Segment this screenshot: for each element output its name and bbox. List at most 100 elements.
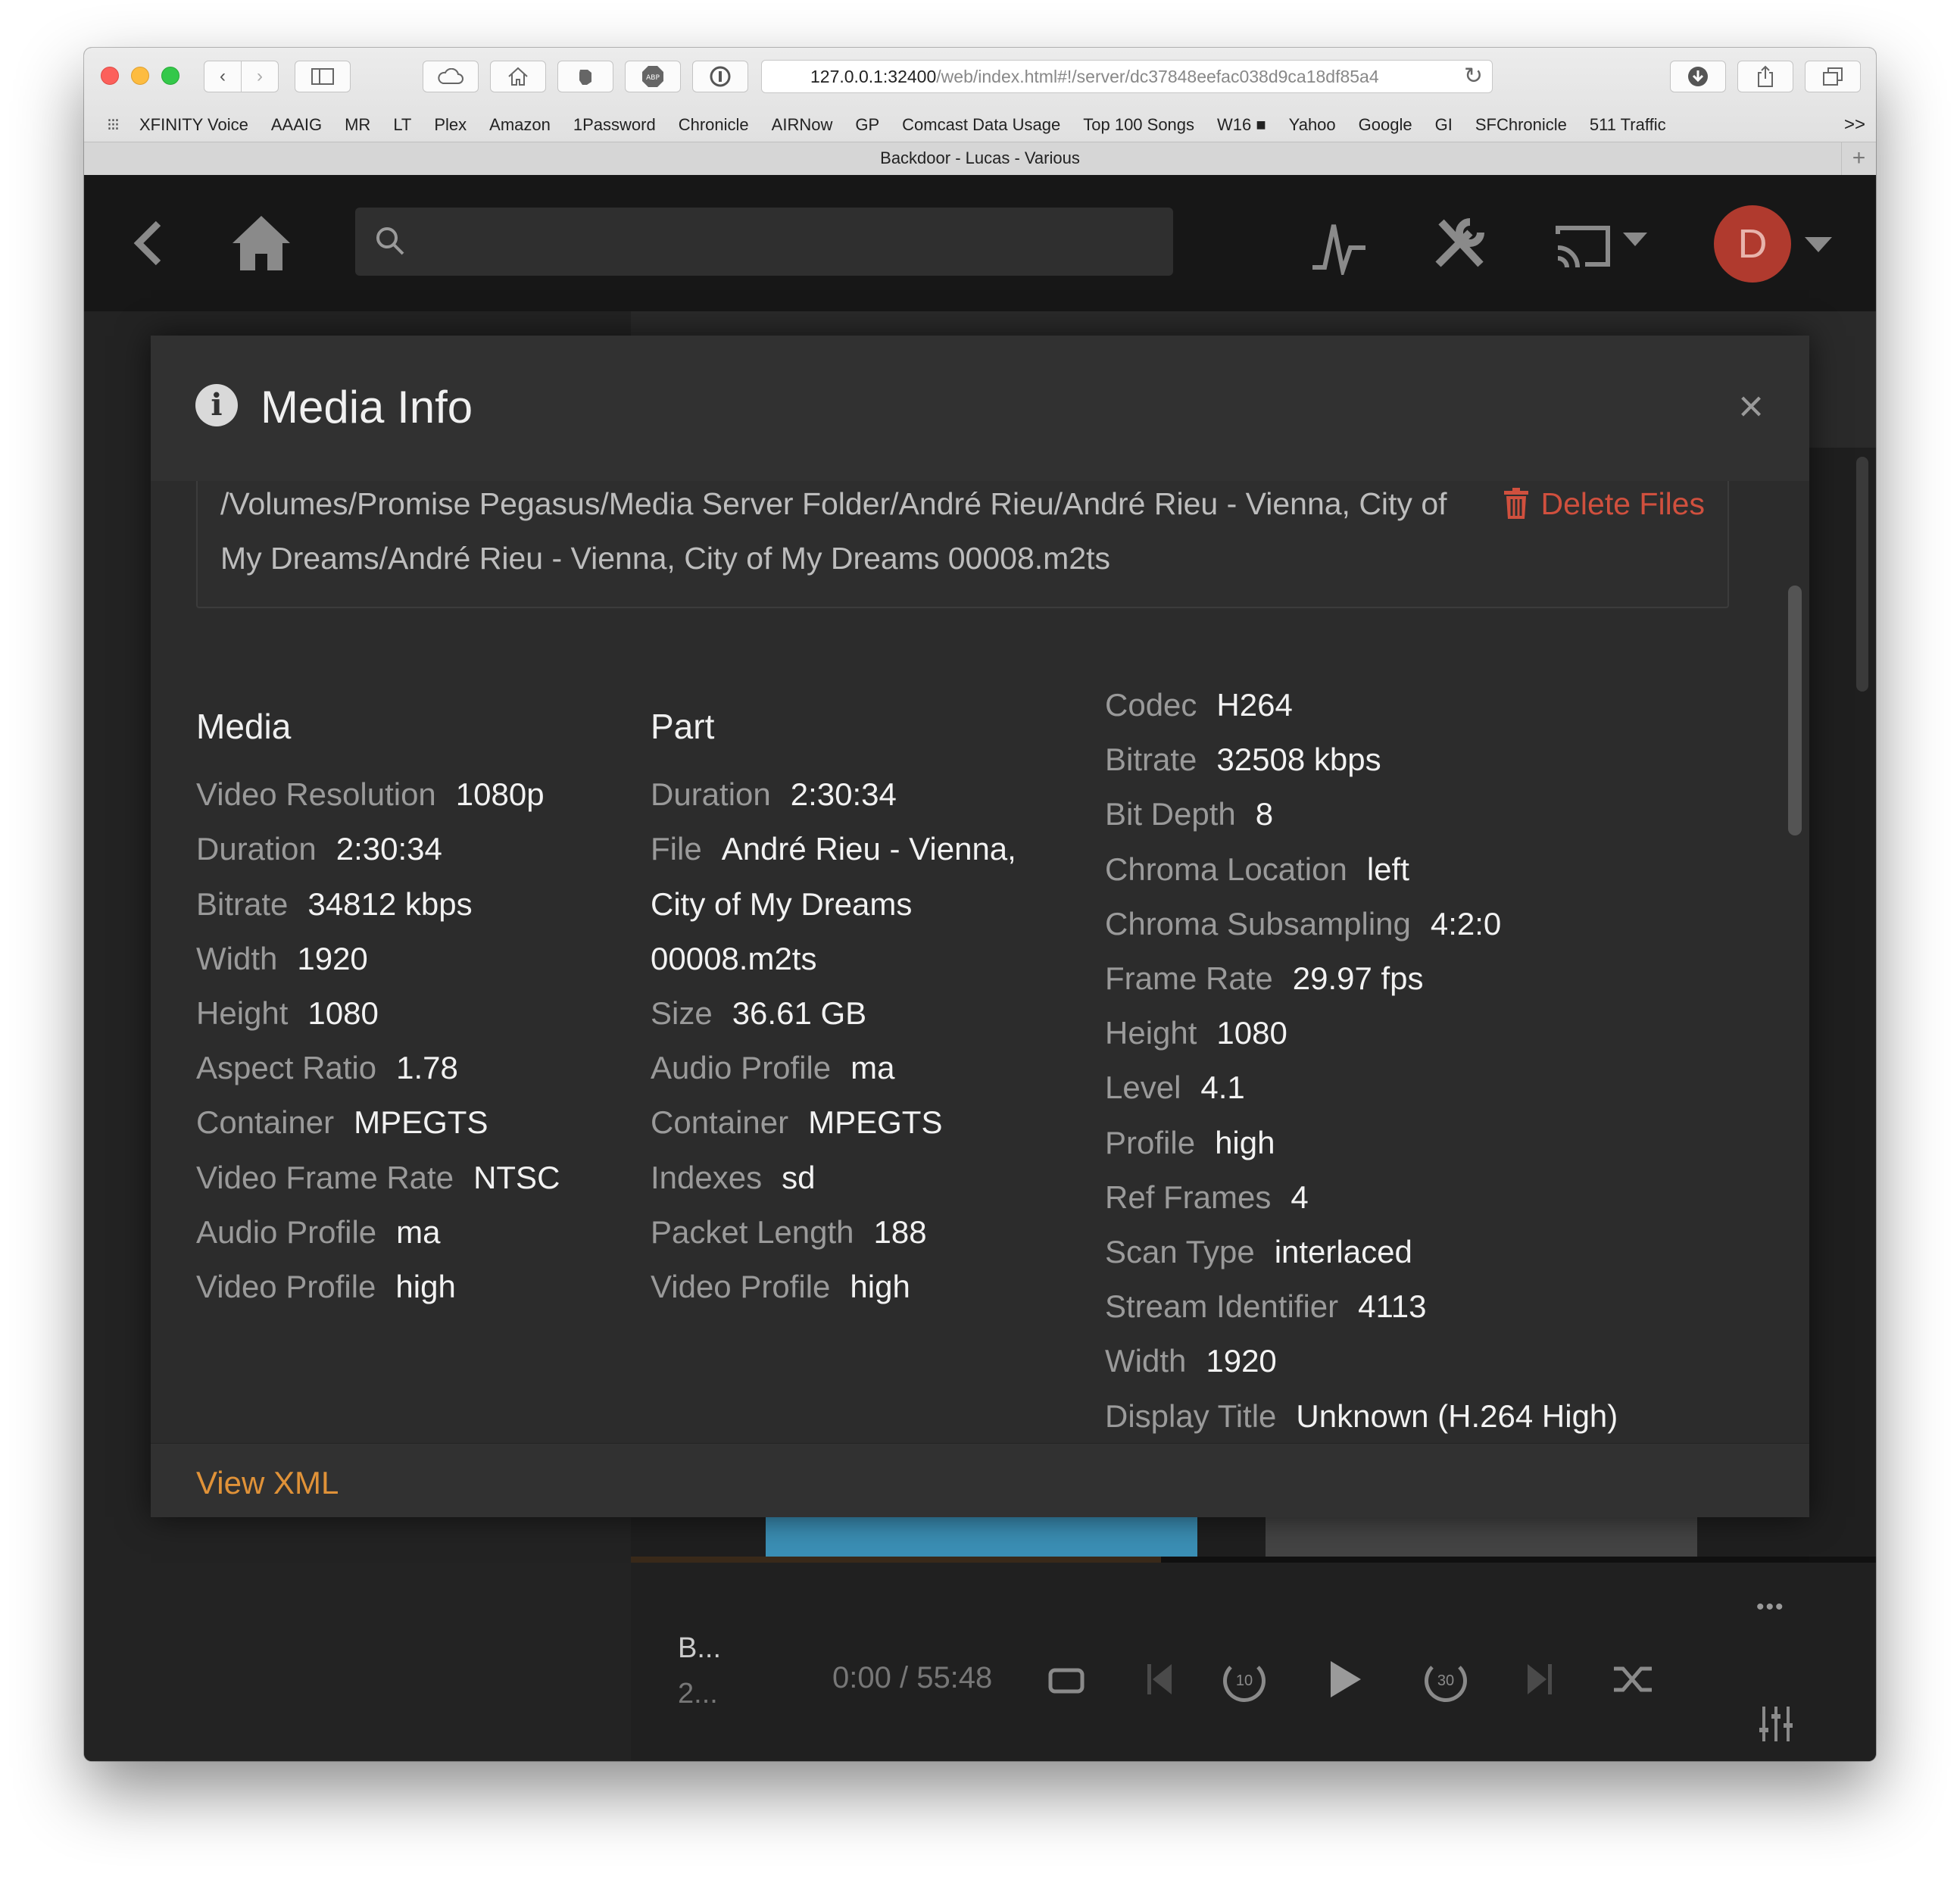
repeat-icon[interactable] xyxy=(1047,1663,1085,1696)
bookmark-item[interactable]: Amazon xyxy=(489,115,551,135)
part-row: Video Profile high xyxy=(651,1260,1016,1314)
now-playing-title[interactable]: B... xyxy=(678,1632,721,1665)
chevron-right-icon: › xyxy=(257,66,263,86)
onepassword-button[interactable] xyxy=(692,61,748,92)
cast-icon[interactable] xyxy=(1555,222,1650,270)
media-key: Bitrate xyxy=(196,885,289,922)
part-row: Packet Length 188 xyxy=(651,1205,1016,1260)
skip-forward-label: 30 xyxy=(1437,1672,1455,1689)
stream-key: Ref Frames xyxy=(1105,1179,1272,1215)
part-value: 2:30:34 xyxy=(790,776,897,813)
evernote-icon xyxy=(579,70,591,85)
stream-value: interlaced xyxy=(1274,1234,1412,1270)
bookmark-item[interactable]: Chronicle xyxy=(679,115,749,135)
bookmark-item[interactable]: Yahoo xyxy=(1289,115,1336,135)
seek-bar[interactable] xyxy=(631,1557,1876,1563)
stream-value: high xyxy=(1215,1124,1275,1160)
part-row: Indexes sd xyxy=(651,1151,1016,1205)
stream-row: Scan Type interlaced xyxy=(1105,1225,1618,1279)
settings-tools-icon[interactable] xyxy=(1431,214,1488,272)
part-row: Container MPEGTS xyxy=(651,1095,1016,1150)
reload-icon[interactable]: ↻ xyxy=(1457,61,1483,92)
address-bar[interactable]: 127.0.0.1:32400/web/index.html#!/server/… xyxy=(761,60,1493,93)
bookmark-item[interactable]: Google xyxy=(1359,115,1412,135)
stream-key: Bitrate xyxy=(1105,742,1197,778)
bookmark-item[interactable]: AAAIG xyxy=(271,115,322,135)
bookmark-item[interactable]: 511 Traffic xyxy=(1590,115,1666,135)
stream-row: Profile high xyxy=(1105,1116,1618,1170)
apps-grid-icon[interactable]: ⁝⁝⁝ xyxy=(107,115,120,135)
activity-icon[interactable] xyxy=(1311,217,1369,275)
part-key: Packet Length xyxy=(651,1213,854,1250)
equalizer-icon[interactable] xyxy=(1758,1705,1794,1743)
sidebar-toggle-button[interactable] xyxy=(295,61,351,92)
part-value: André Rieu - Vienna, xyxy=(721,831,1016,867)
tabs-overview-button[interactable] xyxy=(1805,61,1861,92)
downloads-button[interactable] xyxy=(1670,61,1726,92)
download-icon xyxy=(1688,67,1708,86)
chevron-down-icon[interactable] xyxy=(1805,237,1832,252)
active-tab-title[interactable]: Backdoor - Lucas - Various xyxy=(880,148,1080,167)
bookmarks-overflow-button[interactable]: >> xyxy=(1844,114,1865,136)
part-key: Indexes xyxy=(651,1159,763,1195)
skip-forward-button[interactable]: 30 xyxy=(1425,1660,1467,1702)
back-arrow-icon[interactable] xyxy=(133,220,163,266)
forward-nav-button[interactable]: › xyxy=(241,61,279,92)
bookmark-item[interactable]: LT xyxy=(393,115,411,135)
svg-text:ABP: ABP xyxy=(646,74,660,82)
stream-key: Scan Type xyxy=(1105,1234,1255,1270)
share-button[interactable] xyxy=(1737,61,1793,92)
back-nav-button[interactable]: ‹ xyxy=(204,61,242,92)
home-icon[interactable] xyxy=(231,214,292,272)
next-track-icon[interactable] xyxy=(1526,1663,1553,1696)
part-key: Duration xyxy=(651,776,771,813)
bookmark-item[interactable]: 1Password xyxy=(573,115,656,135)
search-icon xyxy=(376,227,404,255)
stream-value: 29.97 fps xyxy=(1292,960,1424,997)
shuffle-icon[interactable] xyxy=(1612,1663,1655,1696)
bookmark-item[interactable]: XFINITY Voice xyxy=(139,115,248,135)
media-key: Width xyxy=(196,940,278,976)
icloud-button[interactable] xyxy=(423,61,479,92)
evernote-button[interactable] xyxy=(557,61,613,92)
bookmark-item[interactable]: SFChronicle xyxy=(1475,115,1567,135)
close-button[interactable]: × xyxy=(1738,381,1764,432)
more-options-button[interactable]: ••• xyxy=(1756,1594,1785,1620)
view-xml-link[interactable]: View XML xyxy=(196,1465,339,1501)
dialog-scrollbar[interactable] xyxy=(1788,586,1802,835)
bookmark-item[interactable]: W16 ■ xyxy=(1217,115,1266,135)
media-key: Duration xyxy=(196,831,317,867)
stream-key: Display Title xyxy=(1105,1398,1277,1434)
new-tab-button[interactable]: + xyxy=(1841,142,1876,176)
part-row-continued: 00008.m2ts xyxy=(651,932,1016,986)
delete-files-button[interactable]: Delete Files xyxy=(1503,476,1705,531)
info-icon: i xyxy=(195,384,238,426)
search-input[interactable] xyxy=(355,208,1173,276)
stream-row: Ref Frames 4 xyxy=(1105,1170,1618,1225)
home-button[interactable] xyxy=(490,61,546,92)
bookmark-item[interactable]: Top 100 Songs xyxy=(1083,115,1194,135)
bookmark-item[interactable]: GI xyxy=(1435,115,1453,135)
bookmark-item[interactable]: GP xyxy=(855,115,879,135)
media-row: Bitrate 34812 kbps xyxy=(196,877,560,932)
trash-icon xyxy=(1503,488,1528,519)
play-icon[interactable] xyxy=(1329,1660,1362,1699)
stream-key: Level xyxy=(1105,1070,1181,1106)
previous-track-icon[interactable] xyxy=(1146,1663,1173,1696)
part-key: Size xyxy=(651,995,713,1032)
skip-back-button[interactable]: 10 xyxy=(1223,1660,1266,1702)
stream-row: Chroma Location left xyxy=(1105,842,1618,897)
adblock-button[interactable]: ABP xyxy=(625,61,681,92)
user-avatar[interactable]: D xyxy=(1714,205,1791,283)
bookmark-item[interactable]: MR xyxy=(345,115,370,135)
media-key: Aspect Ratio xyxy=(196,1050,377,1086)
zoom-window-button[interactable] xyxy=(161,67,179,85)
tabs-icon xyxy=(1823,67,1843,86)
bookmark-item[interactable]: Comcast Data Usage xyxy=(902,115,1060,135)
minimize-window-button[interactable] xyxy=(131,67,149,85)
close-window-button[interactable] xyxy=(101,67,119,85)
bookmark-item[interactable]: AIRNow xyxy=(772,115,833,135)
page-scrollbar[interactable] xyxy=(1856,457,1868,692)
bookmark-item[interactable]: Plex xyxy=(434,115,467,135)
media-value: 1.78 xyxy=(396,1050,458,1086)
